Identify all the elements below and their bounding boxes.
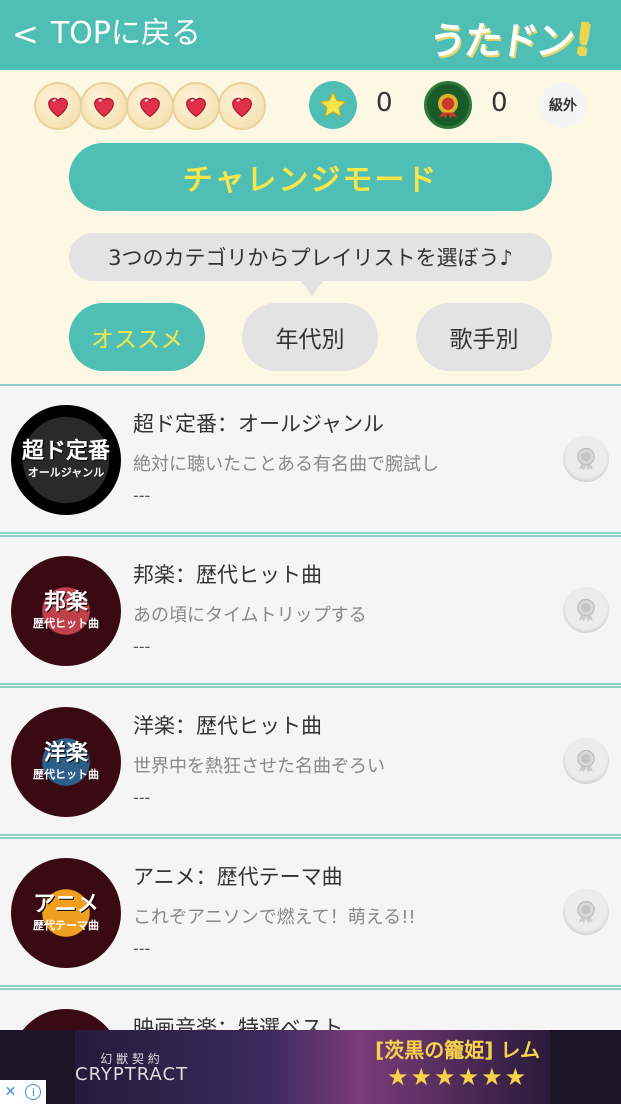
playlist-row[interactable]: 洋楽 歴代ヒット曲 洋楽：歴代ヒット曲 世界中を熱狂させた名曲ぞろい --- [0,686,621,836]
playlist-title: 超ド定番：オールジャンル [133,412,384,436]
medal-placeholder-icon [563,738,609,784]
thumbnail-title: 邦楽 [43,590,88,615]
tab-osusume[interactable]: オススメ [69,303,205,371]
instruction-bubble: 3つのカテゴリからプレイリストを選ぼう♪ [69,233,552,281]
medal-icon [424,81,472,129]
playlist-thumbnail: 超ド定番 オールジャンル [11,405,121,515]
playlist-thumbnail: アニメ 歴代テーマ曲 [11,858,121,968]
tab-by-era[interactable]: 年代別 [242,303,378,371]
thumbnail-subtitle: 歴代ヒット曲 [33,768,99,781]
playlist-thumbnail: 邦楽 歴代ヒット曲 [11,556,121,666]
ad-brand-name: CRYPTRACT [75,1064,189,1085]
thumbnail-subtitle: 歴代テーマ曲 [33,919,99,932]
heart-icon [34,82,82,130]
ad-banner[interactable]: 幻 獣 契 約 CRYPTRACT [茨黒の籠姫] レム ★★★★★★ [0,1030,621,1104]
back-label: TOPに戻る [50,16,201,51]
playlist-score: --- [133,939,151,958]
logo-text: うたドン [425,19,576,63]
medal-placeholder-icon [563,436,609,482]
chevron-left-icon: < [12,15,39,53]
ad-info-icon[interactable]: i [25,1084,42,1100]
heart-icon [172,82,220,130]
playlist-score: --- [133,486,151,505]
playlist-title: 邦楽：歴代ヒット曲 [133,563,322,587]
ad-title: [茨黒の籠姫] レム [375,1038,540,1062]
heart-icon [80,82,128,130]
star-count: 0 [376,88,393,118]
playlist-thumbnail [11,1009,121,1030]
bubble-tail [300,280,324,296]
heart-icon [126,82,174,130]
medal-placeholder-icon [563,889,609,935]
top-bar: < TOPに戻る うたドン! [0,0,621,70]
star-icon [309,81,357,129]
ad-controls: ✕ i [0,1080,46,1104]
thumbnail-title: アニメ [33,892,99,917]
status-bar: 0 0 級外 [0,70,621,140]
playlist-score: --- [133,637,151,656]
playlist-thumbnail: 洋楽 歴代ヒット曲 [11,707,121,817]
playlist-description: あの頃にタイムトリップする [133,605,367,626]
medal-placeholder-icon [563,587,609,633]
playlist-row[interactable]: アニメ 歴代テーマ曲 アニメ：歴代テーマ曲 これぞアニソンで燃えて！萌える!! … [0,837,621,987]
playlist-title: 映画音楽：特選ベスト [133,1016,344,1030]
challenge-mode-button[interactable]: チャレンジモード [69,143,552,211]
ad-close-icon[interactable]: ✕ [5,1084,17,1100]
hearts-row [34,82,266,130]
ad-creative[interactable]: 幻 獣 契 約 CRYPTRACT [茨黒の籠姫] レム ★★★★★★ [75,1030,550,1104]
playlist-description: 世界中を熱狂させた名曲ぞろい [133,756,385,777]
playlist-row[interactable]: 邦楽 歴代ヒット曲 邦楽：歴代ヒット曲 あの頃にタイムトリップする --- [0,535,621,685]
medal-count: 0 [491,88,508,118]
heart-icon [218,82,266,130]
thumbnail-subtitle: オールジャンル [27,466,105,479]
thumbnail-title: 超ド定番 [21,439,110,464]
app-logo: うたドン! [425,10,595,65]
playlist-row[interactable]: 超ド定番 オールジャンル 超ド定番：オールジャンル 絶対に聴いたことある有名曲で… [0,384,621,534]
playlist-title: アニメ：歴代テーマ曲 [133,865,343,889]
ad-brand: 幻 獣 契 約 CRYPTRACT [75,1051,189,1085]
playlist-list: 超ド定番 オールジャンル 超ド定番：オールジャンル 絶対に聴いたことある有名曲で… [0,384,621,1030]
playlist-title: 洋楽：歴代ヒット曲 [133,714,322,738]
thumbnail-subtitle: 歴代ヒット曲 [33,617,99,630]
ad-stars: ★★★★★★ [387,1063,529,1091]
playlist-score: --- [133,788,151,807]
category-tabs: オススメ 年代別 歌手別 [0,303,621,373]
back-to-top-button[interactable]: < TOPに戻る [12,14,201,54]
tab-by-artist[interactable]: 歌手別 [416,303,552,371]
ad-copy: [茨黒の籠姫] レム ★★★★★★ [375,1034,540,1091]
thumbnail-title: 洋楽 [43,741,88,766]
playlist-row[interactable]: 映画音楽：特選ベスト [0,988,621,1030]
playlist-description: 絶対に聴いたことある有名曲で腕試し [133,454,439,475]
playlist-description: これぞアニソンで燃えて！萌える!! [133,907,416,928]
rank-badge: 級外 [540,82,586,128]
